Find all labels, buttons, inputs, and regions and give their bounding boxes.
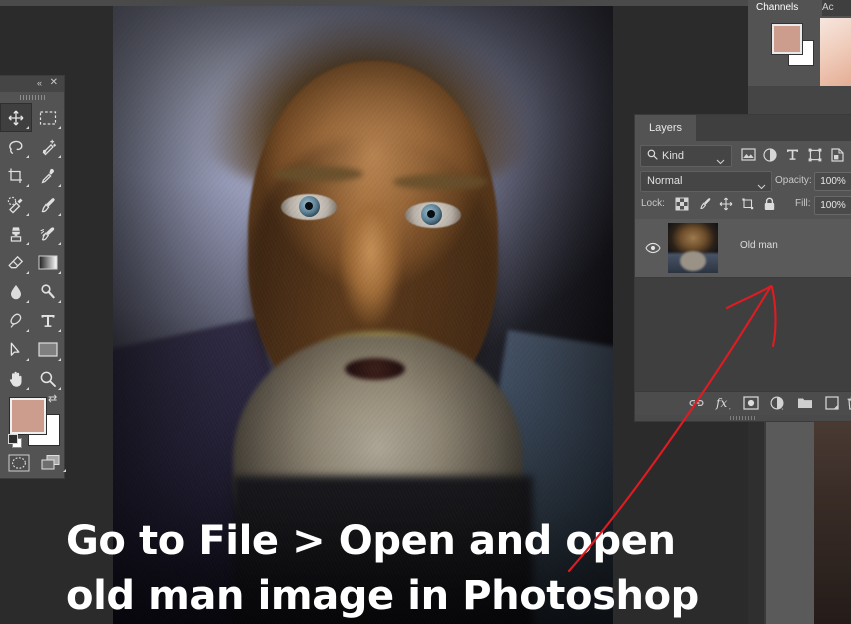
photoshop-workspace: Go to File > Open and open old man image… [0,0,851,624]
opacity-label: Opacity: [775,175,812,186]
quick-selection-tool[interactable] [32,132,64,161]
history-brush-tool[interactable] [32,219,64,248]
rectangle-tool[interactable] [32,335,64,364]
brush-tool[interactable] [32,190,64,219]
hand-tool[interactable] [0,364,32,393]
crop-tool[interactable] [0,161,32,190]
layers-panel[interactable]: Layers Kind Normal Opacity: 100% Lock: F… [635,115,851,421]
foreground-color-swatch[interactable] [10,398,46,434]
filter-type-icon[interactable] [786,148,799,166]
zoom-tool[interactable] [32,364,64,393]
dodge-tool[interactable] [32,277,64,306]
filter-shape-icon[interactable] [808,148,822,167]
path-selection-tool[interactable] [0,335,32,364]
swap-colors-icon[interactable]: ⇄ [48,394,57,405]
blend-opacity-row[interactable]: Normal Opacity: 100% [635,169,851,193]
lower-dock-panels [748,420,851,624]
layers-panel-footer[interactable]: fx [635,391,851,416]
dock-color-swatches[interactable] [772,24,816,66]
filter-smartobject-icon[interactable] [831,148,844,167]
svg-text:fx: fx [715,396,727,410]
delete-layer-icon[interactable] [847,396,851,415]
opacity-value[interactable]: 100% [814,172,851,191]
layer-style-fx-icon[interactable]: fx [715,394,733,417]
chevron-down-icon[interactable] [716,152,725,170]
layers-panel-tabbar[interactable]: Layers [635,115,851,141]
gradient-tool[interactable] [32,248,64,277]
new-layer-icon[interactable] [825,396,839,415]
tab-channels[interactable]: Channels [748,0,822,16]
tools-panel-grip[interactable] [20,95,46,100]
search-icon [647,147,658,165]
dock-foreground-color-swatch[interactable] [772,24,802,54]
blend-mode-select[interactable]: Normal [640,171,772,192]
layer-name-label[interactable]: Old man [740,240,778,251]
layer-filter-kind-select[interactable]: Kind [640,145,732,167]
color-swatches[interactable]: ⇄ [8,394,60,448]
instruction-caption: Go to File > Open and open old man image… [66,518,699,619]
horizontal-type-tool[interactable] [32,306,64,335]
lock-transparent-pixels-icon[interactable] [675,197,689,216]
lock-all-icon[interactable] [763,197,776,216]
right-dock-tabbar[interactable]: Channels Ac [748,0,851,16]
color-ramp[interactable] [820,18,851,86]
eraser-tool[interactable] [0,248,32,277]
blur-tool[interactable] [0,277,32,306]
pen-tool[interactable] [0,306,32,335]
lock-artboard-nesting-icon[interactable] [741,197,755,216]
layer-visibility-eye-icon[interactable] [645,241,661,255]
layer-filter-kind-label: Kind [662,150,685,162]
layers-list[interactable]: Old man [635,219,851,391]
tab-actions[interactable]: Ac [814,0,842,16]
tools-grid[interactable] [0,103,64,415]
move-tool[interactable] [0,103,32,132]
filter-pixel-icon[interactable] [741,148,756,166]
tools-panel[interactable]: « ✕ ⇄ [0,76,66,478]
rectangular-marquee-tool[interactable] [32,103,64,132]
layer-thumbnail[interactable] [668,223,718,273]
layer-filter-row[interactable]: Kind [635,141,851,169]
new-group-icon[interactable] [797,396,813,414]
lock-position-icon[interactable] [719,197,733,216]
fill-value[interactable]: 100% [814,196,851,215]
collapse-panel-icon[interactable]: « [37,79,42,88]
eyedropper-tool[interactable] [32,161,64,190]
clone-stamp-tool[interactable] [0,219,32,248]
tab-layers[interactable]: Layers [635,115,697,141]
blend-mode-value: Normal [647,175,683,187]
new-adjustment-layer-icon[interactable] [770,396,785,416]
table-row[interactable]: Old man [635,219,851,278]
add-layer-mask-icon[interactable] [743,396,759,415]
tools-panel-header[interactable]: « ✕ [0,76,64,92]
screen-mode-icon[interactable] [40,454,66,472]
lasso-tool[interactable] [0,132,32,161]
spot-healing-brush-tool[interactable] [0,190,32,219]
quick-mask-icon[interactable] [8,454,30,472]
link-layers-icon[interactable] [688,396,705,415]
layers-panel-resize-grip[interactable] [635,415,851,421]
default-colors-icon[interactable] [8,434,22,448]
filter-adjustment-icon[interactable] [763,148,777,167]
lock-label: Lock: [641,198,665,209]
fill-label: Fill: [795,198,811,209]
lock-row[interactable]: Lock: Fill: 100% [635,193,851,217]
close-icon[interactable]: ✕ [50,78,58,88]
lock-image-pixels-icon[interactable] [697,197,712,216]
